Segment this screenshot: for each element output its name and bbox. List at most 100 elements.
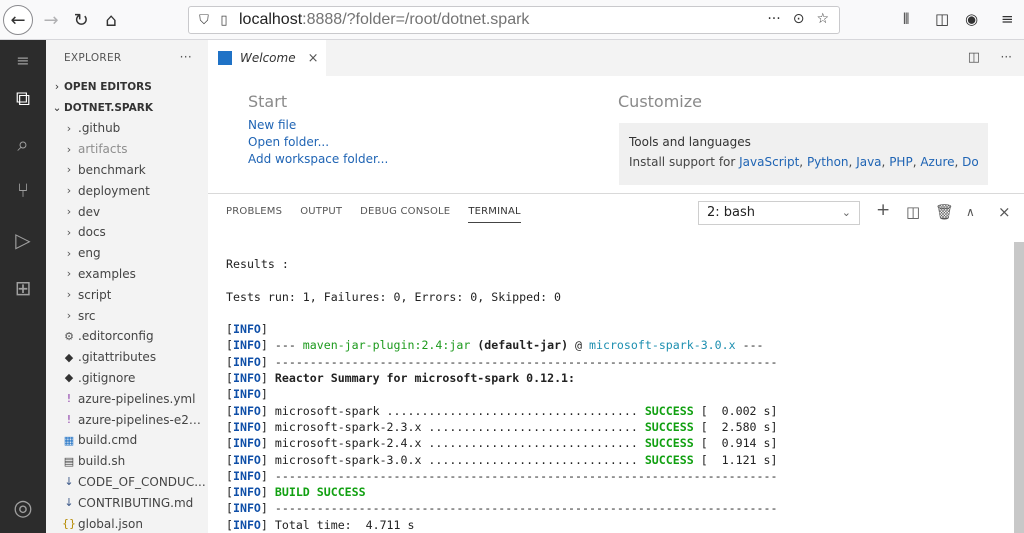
tools-languages-card[interactable]: Tools and languages Install support for … xyxy=(619,123,988,185)
terminal-line: [INFO] ---------------------------------… xyxy=(226,468,778,483)
info-tag: INFO xyxy=(232,371,261,386)
extensions-icon[interactable]: ⊞ xyxy=(0,268,46,308)
add-workspace-folder-link[interactable]: Add workspace folder... xyxy=(248,152,388,166)
split-terminal-icon[interactable]: ◫ xyxy=(906,203,920,221)
tab-welcome[interactable]: Welcome × xyxy=(208,40,326,76)
terminal-output[interactable]: Results : Tests run: 1, Failures: 0, Err… xyxy=(226,256,1006,533)
explorer-more-icon[interactable]: ··· xyxy=(180,50,192,64)
editor-more-icon[interactable]: ··· xyxy=(1001,50,1012,64)
list-item[interactable]: › docs xyxy=(46,222,208,243)
terminal-line: Results : xyxy=(226,257,289,271)
explorer-files-icon[interactable]: ⧉ xyxy=(0,78,46,118)
terminal-line: [INFO] microsoft-spark-3.0.x ...........… xyxy=(226,452,778,467)
back-arrow-icon[interactable]: ← xyxy=(3,5,33,35)
bookmark-star-icon[interactable]: ☆ xyxy=(816,11,829,27)
trash-icon[interactable]: 🗑 xyxy=(935,203,954,221)
list-item[interactable]: › .github xyxy=(46,118,208,139)
page-actions-menu-icon[interactable]: ··· xyxy=(767,11,780,27)
menu-icon[interactable]: ≡ xyxy=(0,40,46,80)
list-item[interactable]: ↓ CODE_OF_CONDUC... xyxy=(46,472,208,493)
list-item[interactable]: › dev xyxy=(46,201,208,222)
javascript-link[interactable]: JavaScript xyxy=(739,155,799,169)
java-link[interactable]: Java xyxy=(856,155,881,169)
chevron-down-icon: ⌄ xyxy=(841,206,851,219)
chevron-right-icon: › xyxy=(66,288,72,302)
info-tag: INFO xyxy=(232,436,261,451)
list-item[interactable]: ◆ .gitattributes xyxy=(46,347,208,368)
maximize-panel-icon[interactable]: ∧ xyxy=(966,205,975,219)
list-item[interactable]: ↓ CONTRIBUTING.md xyxy=(46,492,208,513)
list-item[interactable]: ▦ build.cmd xyxy=(46,430,208,451)
docker-link[interactable]: Doc... xyxy=(962,155,978,169)
reactor-summary: Reactor Summary for microsoft-spark 0.12… xyxy=(274,371,576,386)
list-item[interactable]: › benchmark xyxy=(46,160,208,181)
module-name: microsoft-spark-2.4.x ..................… xyxy=(274,436,638,451)
run-debug-icon[interactable]: ▷ xyxy=(0,220,46,260)
url-actions: ··· ⊙ ☆ xyxy=(767,11,829,27)
page-info-icon[interactable]: ▯ xyxy=(215,13,233,28)
account-icon[interactable]: ◉ xyxy=(965,10,978,28)
list-item[interactable]: ⚙ .editorconfig xyxy=(46,326,208,347)
open-folder-link[interactable]: Open folder... xyxy=(248,135,329,149)
chevron-right-icon: › xyxy=(66,267,72,281)
tab-terminal[interactable]: TERMINAL xyxy=(468,206,521,223)
tab-problems[interactable]: PROBLEMS xyxy=(226,206,282,223)
build-success: BUILD SUCCESS xyxy=(274,485,366,500)
terminal-scrollbar-thumb[interactable] xyxy=(1014,242,1024,533)
list-item[interactable]: › eng xyxy=(46,243,208,264)
shield-icon[interactable]: ⛉ xyxy=(193,13,215,28)
module-status: SUCCESS xyxy=(644,403,694,418)
panel-tabs: PROBLEMS OUTPUT DEBUG CONSOLE TERMINAL xyxy=(226,206,521,223)
python-link[interactable]: Python xyxy=(807,155,849,169)
list-item[interactable]: › deployment xyxy=(46,180,208,201)
accounts-icon[interactable]: ◎ xyxy=(0,488,46,528)
chevron-right-icon: › xyxy=(66,225,72,239)
module-status: SUCCESS xyxy=(644,436,694,451)
tab-debug-console[interactable]: DEBUG CONSOLE xyxy=(360,206,450,223)
source-control-icon[interactable]: ⑂ xyxy=(0,170,46,210)
list-item[interactable]: › examples xyxy=(46,264,208,285)
url-text[interactable]: localhost:8888/?folder=/root/dotnet.spar… xyxy=(239,11,529,29)
plugin-project: microsoft-spark-3.0.x xyxy=(589,338,736,353)
vscode-logo-icon xyxy=(218,51,232,65)
workspace-root-section[interactable]: ⌄ DOTNET.SPARK xyxy=(46,97,208,118)
terminal-select[interactable]: 2: bash ⌄ xyxy=(698,201,860,225)
close-panel-icon[interactable]: × xyxy=(998,203,1011,221)
new-terminal-icon[interactable]: + xyxy=(876,200,890,220)
library-icon[interactable]: ⫴ xyxy=(903,10,909,28)
reload-icon[interactable]: ↻ xyxy=(66,5,96,35)
list-item[interactable]: › script xyxy=(46,284,208,305)
markdown-icon: ↓ xyxy=(64,475,74,489)
search-icon[interactable]: ⌕ xyxy=(0,124,46,164)
file-label: .github xyxy=(78,121,121,136)
module-status: SUCCESS xyxy=(644,452,694,467)
list-item[interactable]: › artifacts xyxy=(46,139,208,160)
list-item[interactable]: ◆ .gitignore xyxy=(46,368,208,389)
list-item[interactable]: › src xyxy=(46,305,208,326)
php-link[interactable]: PHP xyxy=(889,155,913,169)
module-status: SUCCESS xyxy=(644,419,694,434)
close-icon[interactable]: × xyxy=(308,51,319,66)
terminal-line: [INFO] xyxy=(226,322,268,337)
info-tag: INFO xyxy=(232,403,261,418)
terminal-line: [INFO] ---------------------------------… xyxy=(226,354,778,369)
new-file-link[interactable]: New file xyxy=(248,118,296,132)
info-tag: INFO xyxy=(232,322,261,337)
pocket-icon[interactable]: ⊙ xyxy=(793,11,805,27)
hamburger-menu-icon[interactable]: ≡ xyxy=(1001,10,1014,28)
list-item[interactable]: {} global.json xyxy=(46,513,208,533)
address-bar[interactable]: ⛉ ▯ localhost:8888/?folder=/root/dotnet.… xyxy=(188,6,840,34)
open-editors-section[interactable]: › OPEN EDITORS xyxy=(46,76,208,97)
split-editor-icon[interactable]: ◫ xyxy=(968,50,980,65)
git-icon: ◆ xyxy=(64,350,74,364)
azure-link[interactable]: Azure xyxy=(920,155,954,169)
tab-output[interactable]: OUTPUT xyxy=(300,206,342,223)
list-item[interactable]: ! azure-pipelines-e2e-... xyxy=(46,409,208,430)
home-icon[interactable]: ⌂ xyxy=(96,5,126,35)
sidebar-toggle-icon[interactable]: ◫ xyxy=(935,10,949,28)
list-item[interactable]: ! azure-pipelines.yml xyxy=(46,388,208,409)
module-name: microsoft-spark ........................… xyxy=(274,403,638,418)
gear-icon: ⚙ xyxy=(64,329,74,343)
list-item[interactable]: ▤ build.sh xyxy=(46,451,208,472)
forward-arrow-icon[interactable]: → xyxy=(36,5,66,35)
